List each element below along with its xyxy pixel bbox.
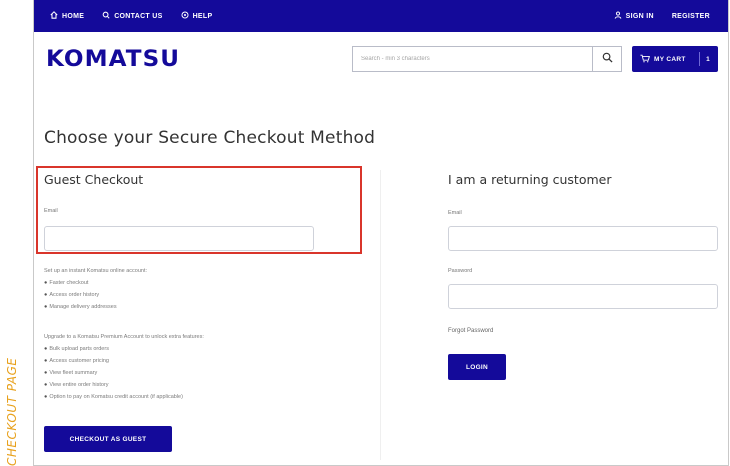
sign-in-link[interactable]: SIGN IN <box>614 11 654 21</box>
side-caption: CHECKOUT PAGE <box>5 357 19 466</box>
help-link-label: HELP <box>192 12 213 20</box>
contact-icon <box>102 11 110 21</box>
cart-label: MY CART <box>654 55 686 63</box>
sign-in-label: SIGN IN <box>625 12 654 20</box>
premium-feature-item: ● View entire order history <box>44 382 109 388</box>
site-header: KOMATSU MY CART 1 <box>34 32 728 86</box>
account-intro: Set up an instant Komatsu online account… <box>44 268 148 274</box>
home-icon <box>50 11 58 21</box>
page-title: Choose your Secure Checkout Method <box>44 128 376 148</box>
top-nav-left: HOME CONTACT US HELP <box>50 11 212 21</box>
login-button[interactable]: LOGIN <box>448 354 506 380</box>
top-nav-right: SIGN IN REGISTER <box>614 11 710 21</box>
premium-feature-item: ● Option to pay on Komatsu credit account… <box>44 394 183 400</box>
komatsu-logo[interactable]: KOMATSU <box>46 47 180 72</box>
search-button[interactable] <box>592 46 622 72</box>
benefit-item: ● Access order history <box>44 292 100 298</box>
cart-divider <box>699 52 701 66</box>
column-divider <box>380 170 381 460</box>
login-email-field[interactable] <box>448 226 718 251</box>
returning-customer-title: I am a returning customer <box>448 172 612 187</box>
home-link-label: HOME <box>62 12 85 20</box>
checkout-as-guest-button[interactable]: CHECKOUT AS GUEST <box>44 426 172 452</box>
search-bar <box>352 46 622 72</box>
cart-count: 1 <box>706 55 710 63</box>
contact-link-label: CONTACT US <box>114 12 163 20</box>
register-link[interactable]: REGISTER <box>672 13 710 20</box>
help-link[interactable]: HELP <box>181 11 213 21</box>
login-password-label: Password <box>448 268 473 274</box>
premium-feature-item: ● View fleet summary <box>44 370 98 376</box>
contact-link[interactable]: CONTACT US <box>102 11 162 21</box>
search-input[interactable] <box>352 46 592 72</box>
my-cart-button[interactable]: MY CART 1 <box>632 46 718 72</box>
guest-checkout-title: Guest Checkout <box>44 172 144 187</box>
premium-feature-item: ● Access customer pricing <box>44 358 109 364</box>
benefit-item: ● Manage delivery addresses <box>44 304 117 310</box>
user-icon <box>614 11 622 21</box>
guest-email-field[interactable] <box>44 226 314 251</box>
guest-email-label: Email <box>44 208 58 214</box>
home-link[interactable]: HOME <box>50 11 84 21</box>
benefit-item: ● Faster checkout <box>44 280 89 286</box>
browser-page: HOME CONTACT US HELP SIGN IN REGISTER KO… <box>33 0 729 466</box>
forgot-password-link[interactable]: Forgot Password <box>448 328 493 334</box>
cart-icon <box>640 54 650 65</box>
help-icon <box>181 11 189 21</box>
login-email-label: Email <box>448 210 462 216</box>
login-password-field[interactable] <box>448 284 718 309</box>
top-utility-bar: HOME CONTACT US HELP SIGN IN REGISTER <box>34 0 728 32</box>
upgrade-intro: Upgrade to a Komatsu Premium Account to … <box>44 334 204 340</box>
premium-feature-item: ● Bulk upload parts orders <box>44 346 109 352</box>
search-icon <box>602 50 613 68</box>
